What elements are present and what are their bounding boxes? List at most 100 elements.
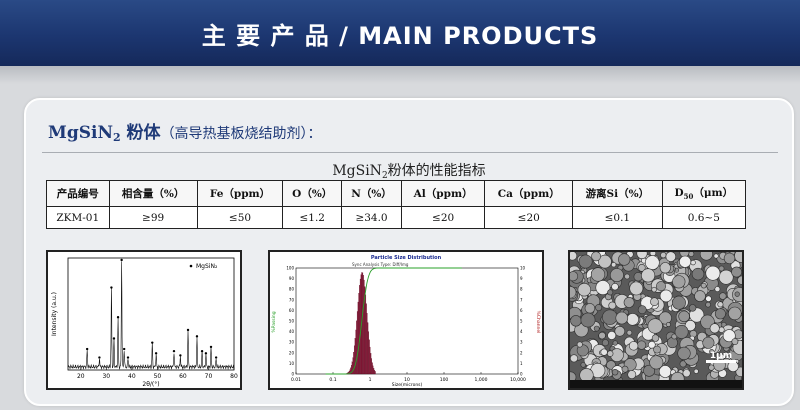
psd-ytick-left: 50 xyxy=(289,319,295,324)
psd-subtitle: Sync Analysis Type: Diff/Img xyxy=(352,262,409,267)
product-name-subscript: 2 xyxy=(112,131,121,144)
banner-title: 主 要 产 品 / MAIN PRODUCTS xyxy=(201,21,599,50)
xrd-peak-marker xyxy=(122,347,126,351)
col-header-d50: D50（μm） xyxy=(661,180,747,207)
particle-size-figure: Particle Size Distribution Sync Analysis… xyxy=(268,250,544,390)
cell-n: ≥34.0 xyxy=(341,206,402,229)
psd-bar xyxy=(353,352,355,375)
psd-bar xyxy=(365,294,367,375)
psd-bar xyxy=(353,345,355,375)
xrd-peak-marker xyxy=(98,356,101,359)
table-title: MgSiN2粉体的性能指标 xyxy=(332,163,486,181)
psd-bar xyxy=(365,303,367,375)
xrd-peak-marker xyxy=(179,354,182,357)
psd-bar xyxy=(367,322,369,375)
product-name-suffix: 粉体 xyxy=(120,123,161,143)
psd-title: Particle Size Distribution xyxy=(371,255,442,261)
xrd-peak-marker xyxy=(209,345,213,349)
psd-ytick-left: 30 xyxy=(289,340,295,345)
product-panel: MgSiN2 粉体（高导热基板烧结助剂）： MgSiN2粉体的性能指标 产品编号… xyxy=(24,98,794,406)
psd-ytick-right: 9 xyxy=(520,276,523,281)
cell-d50: 0.6~5 xyxy=(661,206,747,229)
psd-bar xyxy=(362,275,364,375)
cell-fe: ≤50 xyxy=(196,206,284,229)
xrd-legend: MgSiN₂ xyxy=(196,263,218,270)
psd-ylabel-right: %Channel xyxy=(535,311,541,334)
col-header-phase: 相含量（%） xyxy=(108,180,198,207)
table-row: ZKM-01 ≥99 ≤50 ≤1.2 ≥34.0 ≤20 ≤20 ≤0.1 0… xyxy=(46,206,747,229)
xrd-pattern-figure: Intensity (a.u.) 2θ/(°) MgSiN₂ 20 30 40 50 6… xyxy=(46,250,242,390)
psd-bar xyxy=(369,346,371,375)
col-header-al: Al（ppm） xyxy=(400,180,486,207)
psd-xtick-label: 0.1 xyxy=(329,377,336,383)
psd-bar xyxy=(363,279,365,375)
col-header-code: 产品编号 xyxy=(46,180,110,207)
product-name: MgSiN xyxy=(48,123,113,143)
heading-divider xyxy=(42,152,778,153)
cell-o: ≤1.2 xyxy=(282,206,343,229)
xrd-peak-marker xyxy=(200,349,204,353)
xrd-ylabel: Intensity (a.u.) xyxy=(51,292,58,336)
psd-ytick-right: 10 xyxy=(520,266,526,271)
cell-code: ZKM-01 xyxy=(46,206,110,229)
psd-xtick-label: 1 xyxy=(369,377,372,383)
cell-si: ≤0.1 xyxy=(572,206,663,229)
psd-xtick-label: 0.01 xyxy=(291,377,301,383)
psd-ytick-right: 6 xyxy=(520,308,523,313)
xrd-peak-marker xyxy=(214,356,218,359)
col-header-o: O（%） xyxy=(282,180,343,207)
xrd-tick-label: 80 xyxy=(230,373,238,380)
banner-shadow xyxy=(0,66,800,84)
psd-bar xyxy=(356,320,358,375)
psd-ytick-left: 10 xyxy=(289,361,295,366)
cell-phase: ≥99 xyxy=(108,206,198,229)
psd-bar xyxy=(373,369,375,375)
psd-ytick-right: 1 xyxy=(520,361,523,366)
psd-bar xyxy=(368,339,370,375)
psd-bar xyxy=(355,329,357,375)
sem-image: 1μm xyxy=(570,252,742,388)
psd-ytick-left: 60 xyxy=(289,308,295,313)
sem-scale-label: 1μm xyxy=(710,351,732,361)
psd-ytick-left: 70 xyxy=(289,297,295,302)
psd-chart: Particle Size Distribution Sync Analysis… xyxy=(271,255,541,388)
psd-bar xyxy=(371,362,373,375)
psd-ytick-left: 80 xyxy=(289,287,295,292)
xrd-tick-label: 30 xyxy=(102,373,110,380)
psd-xtick-label: 10 xyxy=(404,377,410,383)
psd-ytick-left: 100 xyxy=(286,266,294,271)
psd-bar xyxy=(358,293,360,375)
xrd-tick-label: 40 xyxy=(128,373,136,380)
cell-al: ≤20 xyxy=(400,206,486,229)
psd-ytick-left: 0 xyxy=(291,372,294,377)
xrd-tick-label: 20 xyxy=(77,373,85,380)
spec-table: 产品编号 相含量（%） Fe（ppm） O（%） N（%） Al（ppm） Ca… xyxy=(46,180,747,229)
psd-ytick-left: 20 xyxy=(289,350,295,355)
psd-bar xyxy=(356,311,358,375)
xrd-peak-marker xyxy=(204,352,208,355)
xrd-peak-marker xyxy=(151,341,154,344)
psd-ytick-left: 90 xyxy=(289,276,295,281)
psd-ytick-right: 5 xyxy=(520,319,523,324)
col-header-si: 游离Si（%） xyxy=(572,180,663,207)
psd-ytick-left: 40 xyxy=(289,329,295,334)
psd-bar xyxy=(359,285,361,375)
psd-ytick-right: 0 xyxy=(520,372,523,377)
sem-micrograph: 1μm xyxy=(568,250,744,390)
xrd-chart: Intensity (a.u.) 2θ/(°) MgSiN₂ 20 30 40 50 6… xyxy=(51,257,238,388)
xrd-peak-marker xyxy=(112,337,116,340)
product-heading: MgSiN2 粉体（高导热基板烧结助剂）： xyxy=(48,118,322,144)
psd-xtick-label: 100 xyxy=(440,377,449,383)
xrd-peak-marker xyxy=(110,286,113,289)
col-header-ca: Ca（ppm） xyxy=(484,180,574,207)
psd-bar xyxy=(373,368,375,375)
psd-bar xyxy=(374,371,376,375)
xrd-tick-label: 60 xyxy=(179,373,187,380)
xrd-legend-marker xyxy=(189,264,193,268)
xrd-peak-marker xyxy=(154,352,158,355)
xrd-peak-marker xyxy=(186,328,190,332)
xrd-tick-label: 50 xyxy=(154,373,162,380)
psd-xtick-label: 10,000 xyxy=(510,377,526,383)
psd-bar xyxy=(359,278,361,375)
xrd-peak-marker xyxy=(85,347,89,351)
